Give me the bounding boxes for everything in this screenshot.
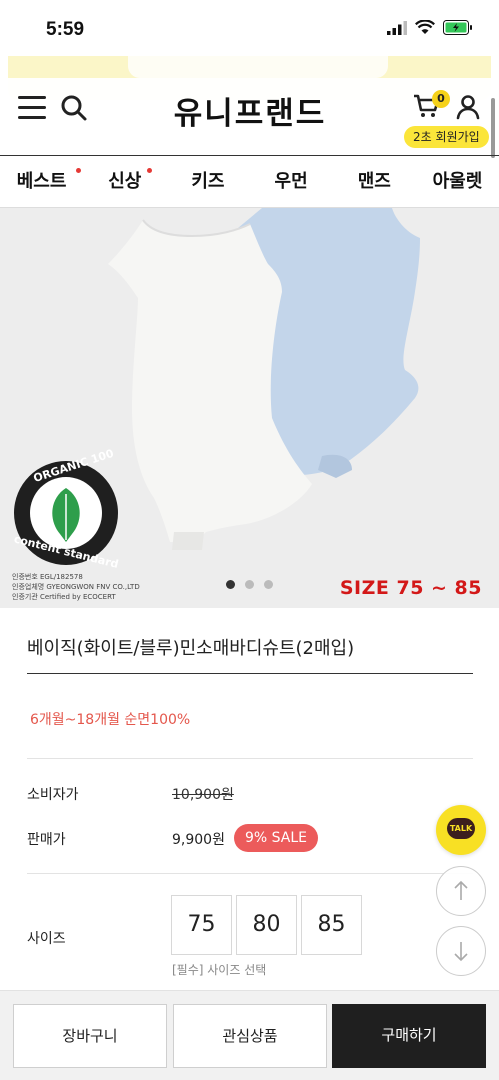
nav-item-women[interactable]: 우먼 — [250, 158, 333, 208]
size-option-75[interactable]: 75 — [171, 895, 232, 955]
status-time: 5:59 — [46, 19, 85, 40]
certification-info: 인증번호 EGL/182578 인증업체명 GYEONGWON FNV CO.,… — [12, 572, 140, 602]
hamburger-menu-icon[interactable] — [18, 96, 48, 120]
size-range-text: SIZE 75 ~ 85 — [339, 577, 482, 599]
signal-icon — [387, 20, 407, 35]
site-header: 유니프랜드 0 2초 회원가입 — [0, 78, 499, 156]
size-hint: [필수] 사이즈 선택 — [172, 963, 267, 977]
nav-item-label: 맨즈 — [357, 171, 391, 192]
sale-price-label: 판매가 — [27, 832, 66, 848]
product-title: 베이직(화이트/블루)민소매바디슈트(2매입) — [27, 638, 355, 659]
sale-badge: 9% SALE — [234, 824, 319, 852]
nav-item-best[interactable]: 베스트 — [0, 158, 83, 208]
organic-badge: ORGANIC 100 content standard — [13, 447, 120, 571]
section-divider — [27, 758, 473, 759]
nav-item-label: 우먼 — [274, 171, 308, 192]
arrow-down-icon — [454, 942, 468, 962]
promo-pill — [128, 56, 388, 78]
header-divider — [0, 155, 499, 156]
brand-logo[interactable]: 유니프랜드 — [160, 88, 340, 133]
nav-item-label: 신상 — [108, 171, 142, 192]
sale-price-value: 9,900원 — [172, 832, 225, 848]
scrollbar[interactable] — [491, 98, 495, 158]
nav-item-label: 아울렛 — [432, 171, 483, 192]
kakao-talk-button[interactable]: TALK — [436, 805, 486, 855]
scroll-down-button[interactable] — [436, 926, 486, 976]
nav-item-new[interactable]: 신상 — [83, 158, 166, 208]
size-label: 사이즈 — [27, 931, 66, 947]
carousel-dot[interactable] — [226, 580, 235, 589]
product-image-carousel[interactable]: ORGANIC 100 content standard 인증번호 EGL/18… — [0, 208, 499, 608]
status-bar: 5:59 — [0, 0, 499, 56]
wifi-icon — [415, 20, 435, 34]
buy-now-button[interactable]: 구매하기 — [332, 1004, 486, 1068]
nav-item-label: 베스트 — [16, 171, 67, 192]
kakao-talk-icon: TALK — [447, 818, 475, 839]
cert-line: 인증기관 Certified by ECOCERT — [12, 593, 116, 601]
product-photo: ORGANIC 100 content standard — [13, 208, 420, 571]
battery-icon — [443, 20, 472, 35]
wishlist-button[interactable]: 관심상품 — [173, 1004, 327, 1068]
new-dot-badge — [147, 168, 153, 173]
carousel-dot[interactable] — [245, 580, 254, 589]
cert-line: 인증업체명 GYEONGWON FNV CO.,LTD — [12, 583, 140, 591]
size-option-80[interactable]: 80 — [236, 895, 297, 955]
title-underline — [27, 673, 473, 674]
nav-item-men[interactable]: 맨즈 — [333, 158, 416, 208]
nav-item-kids[interactable]: 키즈 — [166, 158, 249, 208]
list-price-value: 10,900원 — [172, 787, 234, 803]
list-price-label: 소비자가 — [27, 787, 79, 803]
carousel-dot[interactable] — [264, 580, 273, 589]
arrow-up-icon — [454, 880, 468, 900]
join-member-button[interactable]: 2초 회원가입 — [404, 126, 489, 148]
nav-item-label: 키즈 — [191, 171, 225, 192]
nav-item-outlet[interactable]: 아울렛 — [416, 158, 499, 208]
user-icon[interactable] — [456, 94, 480, 120]
product-subtitle: 6개월~18개월 순면100% — [30, 712, 191, 728]
cart-count-badge: 0 — [432, 90, 450, 108]
scroll-up-button[interactable] — [436, 866, 486, 916]
search-icon[interactable] — [60, 94, 88, 122]
section-divider — [27, 873, 473, 874]
new-dot-badge — [76, 168, 81, 173]
carousel-dots — [226, 580, 273, 589]
cert-line: 인증번호 EGL/182578 — [12, 573, 83, 581]
bottom-action-bar: 장바구니 관심상품 구매하기 — [0, 990, 499, 1080]
category-nav: 베스트 신상 키즈 우먼 맨즈 아울렛 — [0, 158, 499, 208]
add-to-cart-button[interactable]: 장바구니 — [13, 1004, 167, 1068]
size-option-85[interactable]: 85 — [301, 895, 362, 955]
status-icons — [387, 20, 473, 35]
